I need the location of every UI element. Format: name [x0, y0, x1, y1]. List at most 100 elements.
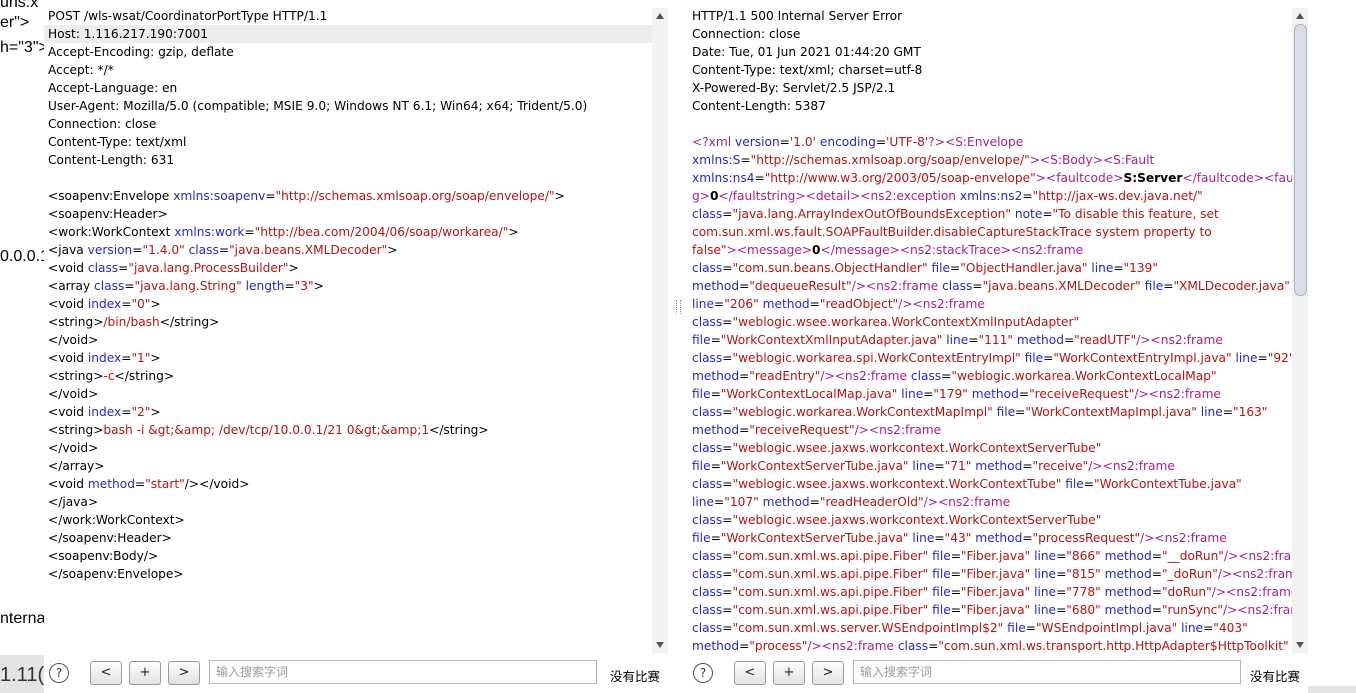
code-token: class: [692, 585, 723, 599]
code-token: "ObjectHandler.java": [960, 261, 1088, 275]
code-token: </message>: [820, 243, 900, 257]
code-token: "java.lang.ProcessBuilder": [128, 261, 289, 275]
code-token: <ns2:frame: [1154, 531, 1227, 545]
code-token: <faultcode>: [1045, 171, 1124, 185]
code-token: </string>: [159, 315, 220, 329]
code-token: "163": [1232, 405, 1268, 419]
code-token: =: [722, 315, 733, 329]
code-token: class: [692, 567, 723, 581]
code-token: note: [1014, 207, 1043, 221]
code-token: S:Server: [1123, 171, 1183, 185]
search-add-button[interactable]: +: [773, 661, 805, 685]
search-prev-button[interactable]: <: [734, 661, 766, 685]
code-token: "92": [1267, 351, 1292, 365]
code-token: "weblogic.wsee.jaxws.workcontext.WorkCon…: [732, 477, 1062, 491]
code-token: g>: [692, 189, 710, 203]
scrollbar-thumb[interactable]: [1294, 24, 1307, 296]
code-token: </faultcode>: [1182, 171, 1264, 185]
divider-grip-icon[interactable]: [676, 300, 681, 314]
code-token: <string>: [48, 369, 104, 383]
code-token: class: [692, 261, 723, 275]
code-token: Accept: */*: [48, 63, 114, 77]
request-editor[interactable]: POST /wls-wsat/CoordinatorPortType HTTP/…: [44, 0, 652, 653]
code-token: "403": [1213, 621, 1248, 635]
response-line: X-Powered-By: Servlet/2.5 JSP/2.1: [688, 79, 1292, 97]
code-token: method: [762, 495, 810, 509]
code-token: Content-Type: text/xml; charset=utf-8: [692, 63, 923, 77]
background-text-fragment: er">: [0, 14, 30, 31]
help-icon[interactable]: ?: [49, 663, 69, 683]
code-token: file: [692, 459, 711, 473]
code-token: =: [124, 279, 135, 293]
response-line: file="WorkContextXmlInputAdapter.java" l…: [688, 331, 1292, 349]
code-token: <ns2:frame: [1226, 585, 1292, 599]
code-token: =: [1163, 279, 1174, 293]
response-line: method="receiveRequest"/><ns2:frame: [688, 421, 1292, 439]
code-token: line: [946, 333, 969, 347]
code-token: ?>: [928, 135, 945, 149]
search-prev-button[interactable]: <: [90, 661, 122, 685]
code-token: Content-Length: 5387: [692, 99, 826, 113]
code-token: "WorkContextServerTube.java": [720, 531, 909, 545]
request-line: User-Agent: Mozilla/5.0 (compatible; MSI…: [44, 97, 652, 115]
code-token: =: [121, 297, 132, 311]
response-line: false"><message>0</message><ns2:stackTra…: [688, 241, 1292, 259]
search-input[interactable]: 输入搜索字词: [209, 660, 597, 684]
code-token: =: [265, 189, 276, 203]
search-add-button[interactable]: +: [129, 661, 161, 685]
code-token: com.sun.xml.ws.fault.SOAPFaultBuilder.di…: [692, 225, 1212, 239]
code-token: "Fiber.java": [960, 603, 1031, 617]
code-token: "java.beans.XMLDecoder": [982, 279, 1141, 293]
code-token: "java.lang.ArrayIndexOutOfBoundsExceptio…: [732, 207, 1011, 221]
code-token: </soapenv:Header>: [48, 531, 172, 545]
response-editor[interactable]: HTTP/1.1 500 Internal Server Error Connec…: [688, 0, 1292, 653]
code-token: <void: [48, 405, 88, 419]
request-line: <void class="java.lang.ProcessBuilder">: [44, 259, 652, 277]
code-token: <java: [48, 243, 88, 257]
response-scrollbar[interactable]: [1292, 8, 1308, 653]
request-pane: POST /wls-wsat/CoordinatorPortType HTTP/…: [44, 0, 668, 693]
code-token: class: [692, 549, 723, 563]
code-token: class: [910, 369, 942, 383]
code-token: "WorkContextEntryImpl.java": [1053, 351, 1232, 365]
code-token: "java.beans.XMLDecoder": [229, 243, 388, 257]
response-line: class="com.sun.xml.ws.server.WSEndpointI…: [688, 619, 1292, 637]
pane-divider[interactable]: [668, 0, 688, 693]
code-token: =: [1022, 531, 1033, 545]
code-token: =: [809, 495, 820, 509]
code-token: </java>: [48, 495, 99, 509]
request-line: <void method="start"/></void>: [44, 475, 652, 493]
request-line: <java version="1.4.0" class="java.beans.…: [44, 241, 652, 259]
scroll-down-arrow-icon[interactable]: [652, 637, 668, 653]
code-token: =: [1056, 567, 1067, 581]
code-token: version: [735, 135, 780, 149]
request-scrollbar[interactable]: [652, 8, 668, 653]
code-token: =: [809, 297, 820, 311]
code-token: "process": [749, 639, 808, 653]
code-token: POST /wls-wsat/CoordinatorPortType HTTP/…: [48, 9, 328, 23]
code-token: />: [820, 369, 835, 383]
code-token: "com.sun.xml.ws.api.pipe.Fiber": [732, 585, 929, 599]
request-line: Content-Type: text/xml: [44, 133, 652, 151]
search-next-button[interactable]: >: [812, 661, 844, 685]
code-token: >: [150, 405, 161, 419]
code-token: <ns2:frame: [834, 369, 911, 383]
request-line: <void index="2">: [44, 403, 652, 421]
code-token: >: [1029, 153, 1040, 167]
scroll-up-arrow-icon[interactable]: [652, 8, 668, 24]
scroll-up-arrow-icon[interactable]: [1292, 8, 1308, 24]
response-line: line="107" method="readHeaderOld"/><ns2:…: [688, 493, 1292, 511]
response-line: g>0</faultstring><detail><ns2:exception …: [688, 187, 1292, 205]
response-line: xmlns:ns4="http://www.w3.org/2003/05/soa…: [688, 169, 1292, 187]
scroll-down-arrow-icon[interactable]: [1292, 637, 1308, 653]
search-input[interactable]: 输入搜索字词: [853, 660, 1241, 684]
code-token: line: [692, 495, 714, 509]
response-line: class="com.sun.xml.ws.api.pipe.Fiber" fi…: [688, 547, 1292, 565]
search-next-button[interactable]: >: [168, 661, 200, 685]
code-token: line: [1200, 405, 1223, 419]
help-icon[interactable]: ?: [693, 663, 713, 683]
code-token: line: [1181, 621, 1204, 635]
request-line: </void>: [44, 331, 652, 349]
code-token: "XMLDecoder.java": [1173, 279, 1290, 293]
code-token: =: [722, 567, 733, 581]
